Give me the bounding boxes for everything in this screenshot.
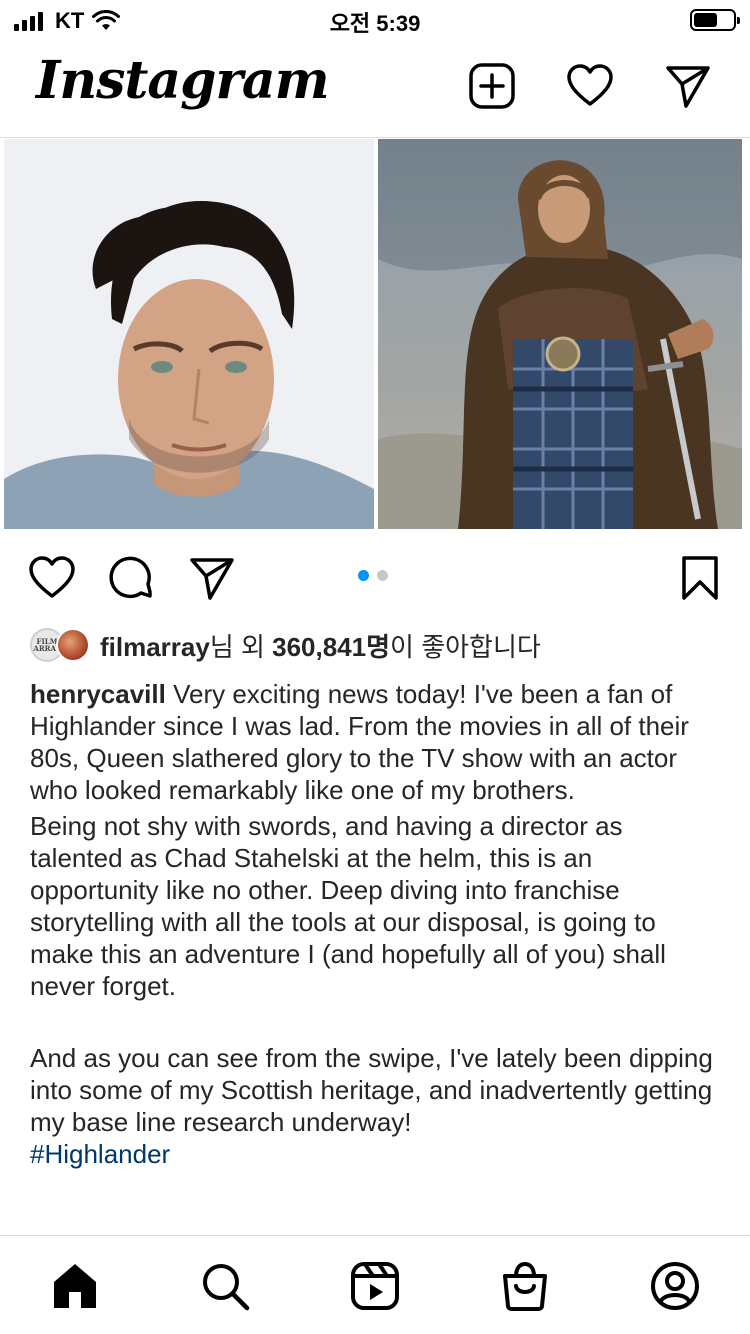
post-carousel[interactable]	[0, 139, 750, 529]
caption-username[interactable]: henrycavill	[30, 679, 166, 709]
portrait-photo[interactable]	[4, 139, 374, 529]
likes-row[interactable]: FILM ARRAY filmarray님 외 360,841명이 좋아합니다	[30, 626, 541, 664]
caption-paragraph: And as you can see from the swipe, I've …	[30, 1043, 713, 1137]
carousel-dot-active	[358, 570, 369, 581]
search-icon[interactable]	[199, 1260, 251, 1312]
bottom-nav	[0, 1235, 750, 1334]
send-icon[interactable]	[664, 62, 712, 110]
status-bar: KT 오전 5:39	[0, 0, 750, 40]
caption-paragraph: Being not shy with swords, and having a …	[30, 811, 666, 1001]
profile-icon[interactable]	[649, 1260, 701, 1312]
post-caption: henrycavill Very exciting news today! I'…	[30, 678, 720, 1170]
likes-count[interactable]: 360,841명	[272, 632, 390, 662]
plus-square-icon[interactable]	[468, 62, 516, 110]
likes-text: filmarray님 외 360,841명이 좋아합니다	[100, 631, 541, 662]
app-header: Instagram	[0, 40, 750, 138]
status-time: 오전 5:39	[329, 11, 421, 36]
instagram-logo[interactable]: Instagram	[36, 50, 330, 111]
battery-icon	[690, 9, 740, 31]
bookmark-icon[interactable]	[676, 554, 724, 602]
carousel-dot	[377, 570, 388, 581]
share-icon[interactable]	[188, 554, 236, 602]
avatar[interactable]	[56, 628, 90, 662]
home-icon[interactable]	[49, 1260, 101, 1312]
reels-icon[interactable]	[349, 1260, 401, 1312]
liker-username[interactable]: filmarray	[100, 632, 210, 662]
hashtag-link[interactable]: #Highlander	[30, 1138, 720, 1170]
carousel-indicator	[358, 570, 388, 581]
caption-paragraph: henrycavill Very exciting news today! I'…	[30, 679, 689, 805]
shop-icon[interactable]	[499, 1260, 551, 1312]
comment-icon[interactable]	[108, 554, 156, 602]
like-icon[interactable]	[28, 554, 76, 602]
heart-icon[interactable]	[566, 62, 614, 110]
post-action-bar	[0, 540, 750, 612]
highlander-photo[interactable]	[378, 139, 742, 529]
